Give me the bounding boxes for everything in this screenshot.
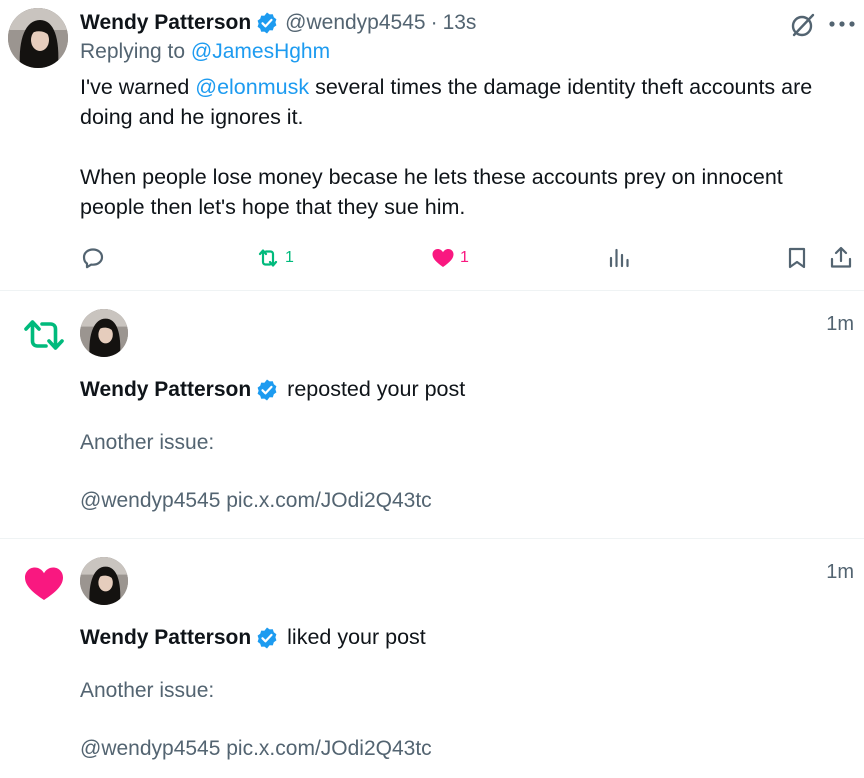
views-button[interactable]: [606, 244, 632, 272]
tweet-actions: 1 1: [0, 240, 864, 276]
tweet-text: I've warned @elonmusk several times the …: [80, 72, 850, 222]
tweet-header: Wendy Patterson @wendyp4545 · 13s: [80, 9, 476, 37]
repost-button[interactable]: 1: [255, 244, 294, 272]
tweet-text-start: I've warned: [80, 75, 196, 99]
verified-badge-icon[interactable]: [255, 626, 279, 650]
notification-action: reposted your post: [287, 377, 466, 401]
grok-icon[interactable]: [790, 12, 816, 38]
more-icon[interactable]: [826, 14, 858, 34]
tweet-time[interactable]: 13s: [443, 11, 477, 35]
avatar-photo-icon: [80, 309, 128, 357]
author-name[interactable]: Wendy Patterson: [80, 11, 251, 35]
notification-text: Wendy Patterson liked your post: [80, 625, 426, 650]
avatar-photo-icon: [80, 557, 128, 605]
reply-icon: [82, 248, 104, 269]
post-preview-line-2: @wendyp4545 pic.x.com/JOdi2Q43tc: [80, 737, 432, 760]
views-icon: [609, 248, 629, 268]
like-icon: [25, 567, 63, 600]
avatar[interactable]: [8, 8, 68, 68]
like-icon: [432, 249, 454, 267]
post-preview-line-1: Another issue:: [80, 679, 215, 702]
replying-to-link[interactable]: @JamesHghm: [191, 40, 330, 63]
notification-like[interactable]: 1m Wendy Patterson liked your post Anoth…: [0, 539, 864, 778]
avatar-photo-icon: [8, 8, 68, 68]
reply-tweet[interactable]: Wendy Patterson @wendyp4545 · 13s Replyi…: [0, 0, 864, 290]
tweet-paragraph-2: When people lose money becase he lets th…: [80, 165, 783, 219]
reply-button[interactable]: [80, 244, 106, 272]
user-name[interactable]: Wendy Patterson: [80, 378, 251, 402]
post-preview-line-1: Another issue:: [80, 431, 215, 454]
like-button[interactable]: 1: [430, 244, 469, 272]
notification-text: Wendy Patterson reposted your post: [80, 377, 465, 402]
like-count: 1: [460, 249, 469, 266]
avatar[interactable]: [80, 557, 128, 605]
replying-to: Replying to @JamesHghm: [80, 40, 330, 64]
bookmark-button[interactable]: [784, 244, 810, 272]
author-handle[interactable]: @wendyp4545: [285, 11, 425, 35]
repost-icon: [24, 320, 64, 350]
verified-badge-icon[interactable]: [255, 11, 279, 35]
verified-badge-icon[interactable]: [255, 378, 279, 402]
post-preview-line-2: @wendyp4545 pic.x.com/JOdi2Q43tc: [80, 489, 432, 512]
notifications-feed: Wendy Patterson @wendyp4545 · 13s Replyi…: [0, 0, 864, 778]
share-icon: [830, 246, 852, 268]
user-name[interactable]: Wendy Patterson: [80, 626, 251, 650]
notification-repost[interactable]: 1m Wendy Patterson reposted your post An…: [0, 291, 864, 539]
notification-time: 1m: [826, 313, 854, 335]
tweet-paragraph-1: I've warned @elonmusk several times the …: [80, 72, 850, 132]
mention-link[interactable]: @elonmusk: [195, 75, 309, 99]
share-button[interactable]: [828, 244, 854, 272]
bookmark-icon: [788, 247, 806, 269]
repost-count: 1: [285, 249, 294, 266]
notification-action: liked your post: [287, 625, 426, 649]
repost-icon: [258, 249, 278, 267]
replying-prefix: Replying to: [80, 40, 186, 63]
avatar[interactable]: [80, 309, 128, 357]
separator-dot: ·: [430, 11, 438, 34]
notification-time: 1m: [826, 561, 854, 583]
